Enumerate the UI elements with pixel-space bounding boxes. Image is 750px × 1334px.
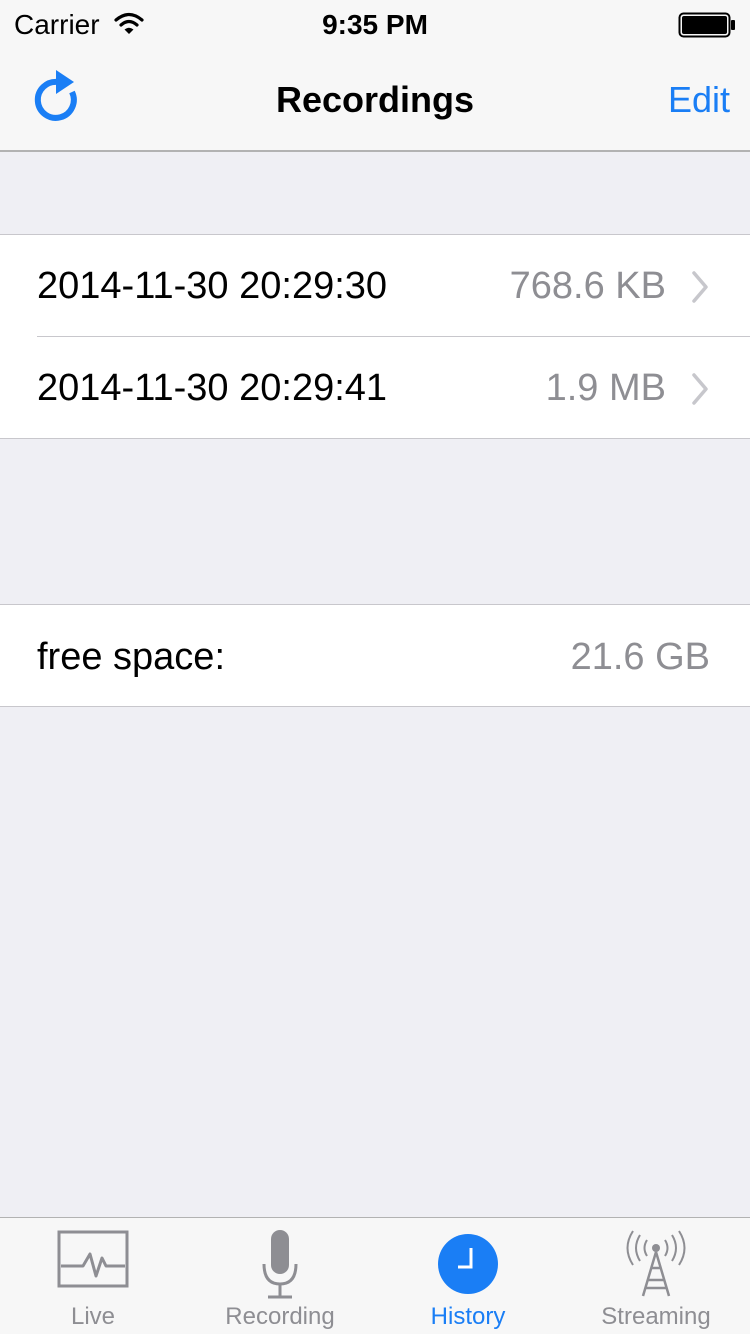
recording-timestamp: 2014-11-30 20:29:30 <box>37 265 388 307</box>
antenna-tower-icon <box>626 1230 686 1297</box>
recording-size: 1.9 MB <box>545 367 666 409</box>
tab-live[interactable]: Live <box>0 1218 186 1334</box>
recording-size: 768.6 KB <box>509 265 666 307</box>
recording-row[interactable]: 2014-11-30 20:29:30 768.6 KB <box>0 235 750 337</box>
recording-row[interactable]: 2014-11-30 20:29:41 1.9 MB <box>0 336 750 439</box>
chevron-right-icon <box>692 271 708 303</box>
tab-recording[interactable]: Recording <box>186 1218 374 1334</box>
chevron-right-icon <box>692 373 708 405</box>
navigation-bar: Recordings Edit <box>0 40 750 152</box>
free-space-label: free space: <box>37 636 225 678</box>
status-bar: Carrier 9:35 PM <box>0 0 750 40</box>
tab-label: Live <box>70 1303 116 1330</box>
tab-label: Recording <box>225 1303 335 1330</box>
free-space-value: 21.6 GB <box>570 636 710 678</box>
clock-icon <box>438 1234 498 1294</box>
tab-history[interactable]: History <box>374 1218 562 1334</box>
recording-timestamp: 2014-11-30 20:29:41 <box>37 367 388 409</box>
page-title: Recordings <box>275 79 475 120</box>
storage-info: free space: 21.6 GB <box>0 604 750 707</box>
waveform-icon <box>57 1230 129 1288</box>
free-space-row: free space: 21.6 GB <box>0 605 750 707</box>
clock-time: 9:35 PM <box>322 9 428 40</box>
recordings-list: 2014-11-30 20:29:30 768.6 KB 2014-11-30 … <box>0 234 750 439</box>
tab-bar: Live Recording History Streaming <box>0 1217 750 1334</box>
tab-label: History <box>430 1303 506 1330</box>
edit-button[interactable]: Edit <box>668 78 730 122</box>
battery-icon <box>678 12 735 38</box>
tab-label: Streaming <box>601 1303 711 1330</box>
tab-streaming[interactable]: Streaming <box>562 1218 750 1334</box>
microphone-icon <box>262 1230 298 1299</box>
